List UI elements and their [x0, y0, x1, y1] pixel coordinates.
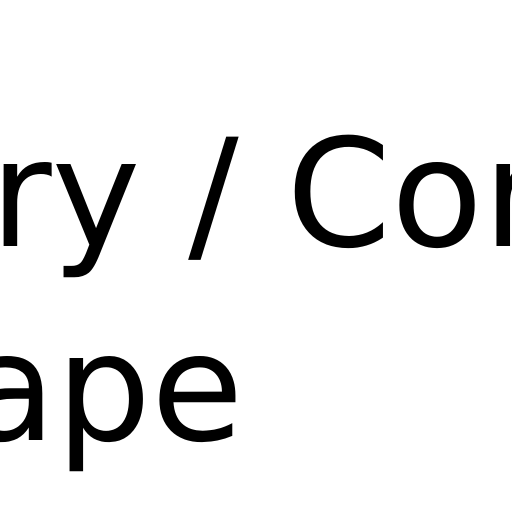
text-line-2: ape — [0, 302, 244, 476]
cropped-text-image: ry / Cor ape — [0, 0, 512, 512]
text-line-1: ry / Cor — [0, 108, 512, 282]
